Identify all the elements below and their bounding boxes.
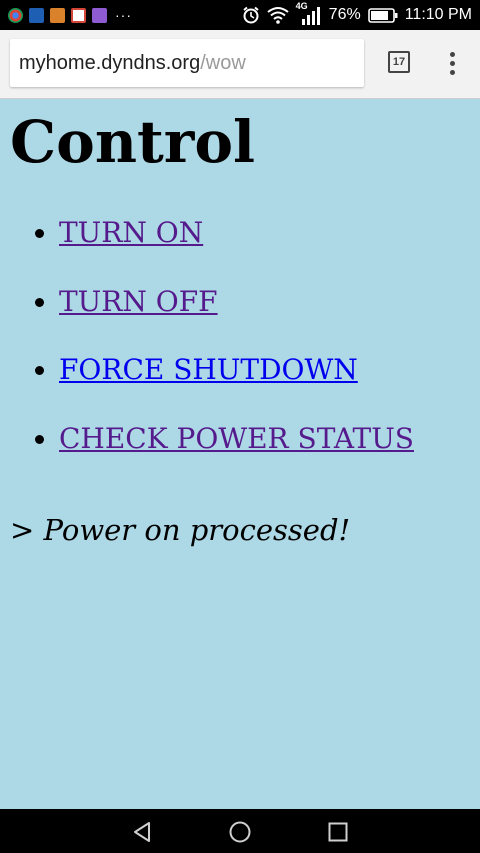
overflow-menu-icon[interactable]: [440, 46, 464, 80]
url-path: /wow: [200, 52, 246, 74]
navigation-bar: [0, 809, 480, 853]
turn-off-link[interactable]: TURN OFF: [59, 285, 218, 318]
browser-toolbar: myhome.dyndns.org/wow 17: [0, 30, 480, 99]
status-message: > Power on processed!: [10, 513, 351, 547]
turn-on-link[interactable]: TURN ON: [59, 216, 203, 249]
url-bar[interactable]: myhome.dyndns.org/wow: [10, 39, 364, 87]
recents-icon[interactable]: [326, 820, 350, 844]
battery-percent: 76%: [328, 6, 361, 23]
page-content: Control TURN ON TURN OFF FORCE SHUTDOWN …: [0, 99, 480, 809]
mail-icon: [29, 7, 44, 23]
control-link-list: TURN ON TURN OFF FORCE SHUTDOWN CHECK PO…: [0, 211, 414, 485]
battery-icon: [367, 7, 398, 23]
more-notifications-icon: ···: [115, 7, 132, 23]
force-shutdown-link[interactable]: FORCE SHUTDOWN: [59, 353, 358, 386]
chrome-icon: [8, 7, 23, 23]
alarm-icon: [243, 6, 259, 24]
photos-icon: [92, 7, 107, 23]
cell-signal-icon: 4G: [296, 1, 322, 26]
list-item: TURN ON: [59, 211, 414, 280]
list-item: TURN OFF: [59, 280, 414, 349]
page-title: Control: [10, 108, 256, 176]
back-icon[interactable]: [130, 820, 154, 844]
list-item: CHECK POWER STATUS: [59, 417, 414, 486]
clock: 11:10 PM: [404, 6, 472, 23]
status-bar: ··· 4G 76% 11:10 PM: [0, 0, 480, 30]
home-icon[interactable]: [228, 820, 252, 844]
check-power-status-link[interactable]: CHECK POWER STATUS: [59, 422, 414, 455]
gmail-icon: [71, 7, 86, 23]
notification-icons: ···: [8, 0, 132, 30]
app-icon: [50, 7, 65, 23]
wifi-icon: [267, 7, 289, 24]
list-item: FORCE SHUTDOWN: [59, 348, 414, 417]
tab-switcher-button[interactable]: 17: [388, 51, 410, 73]
url-host: myhome.dyndns.org: [19, 52, 201, 74]
